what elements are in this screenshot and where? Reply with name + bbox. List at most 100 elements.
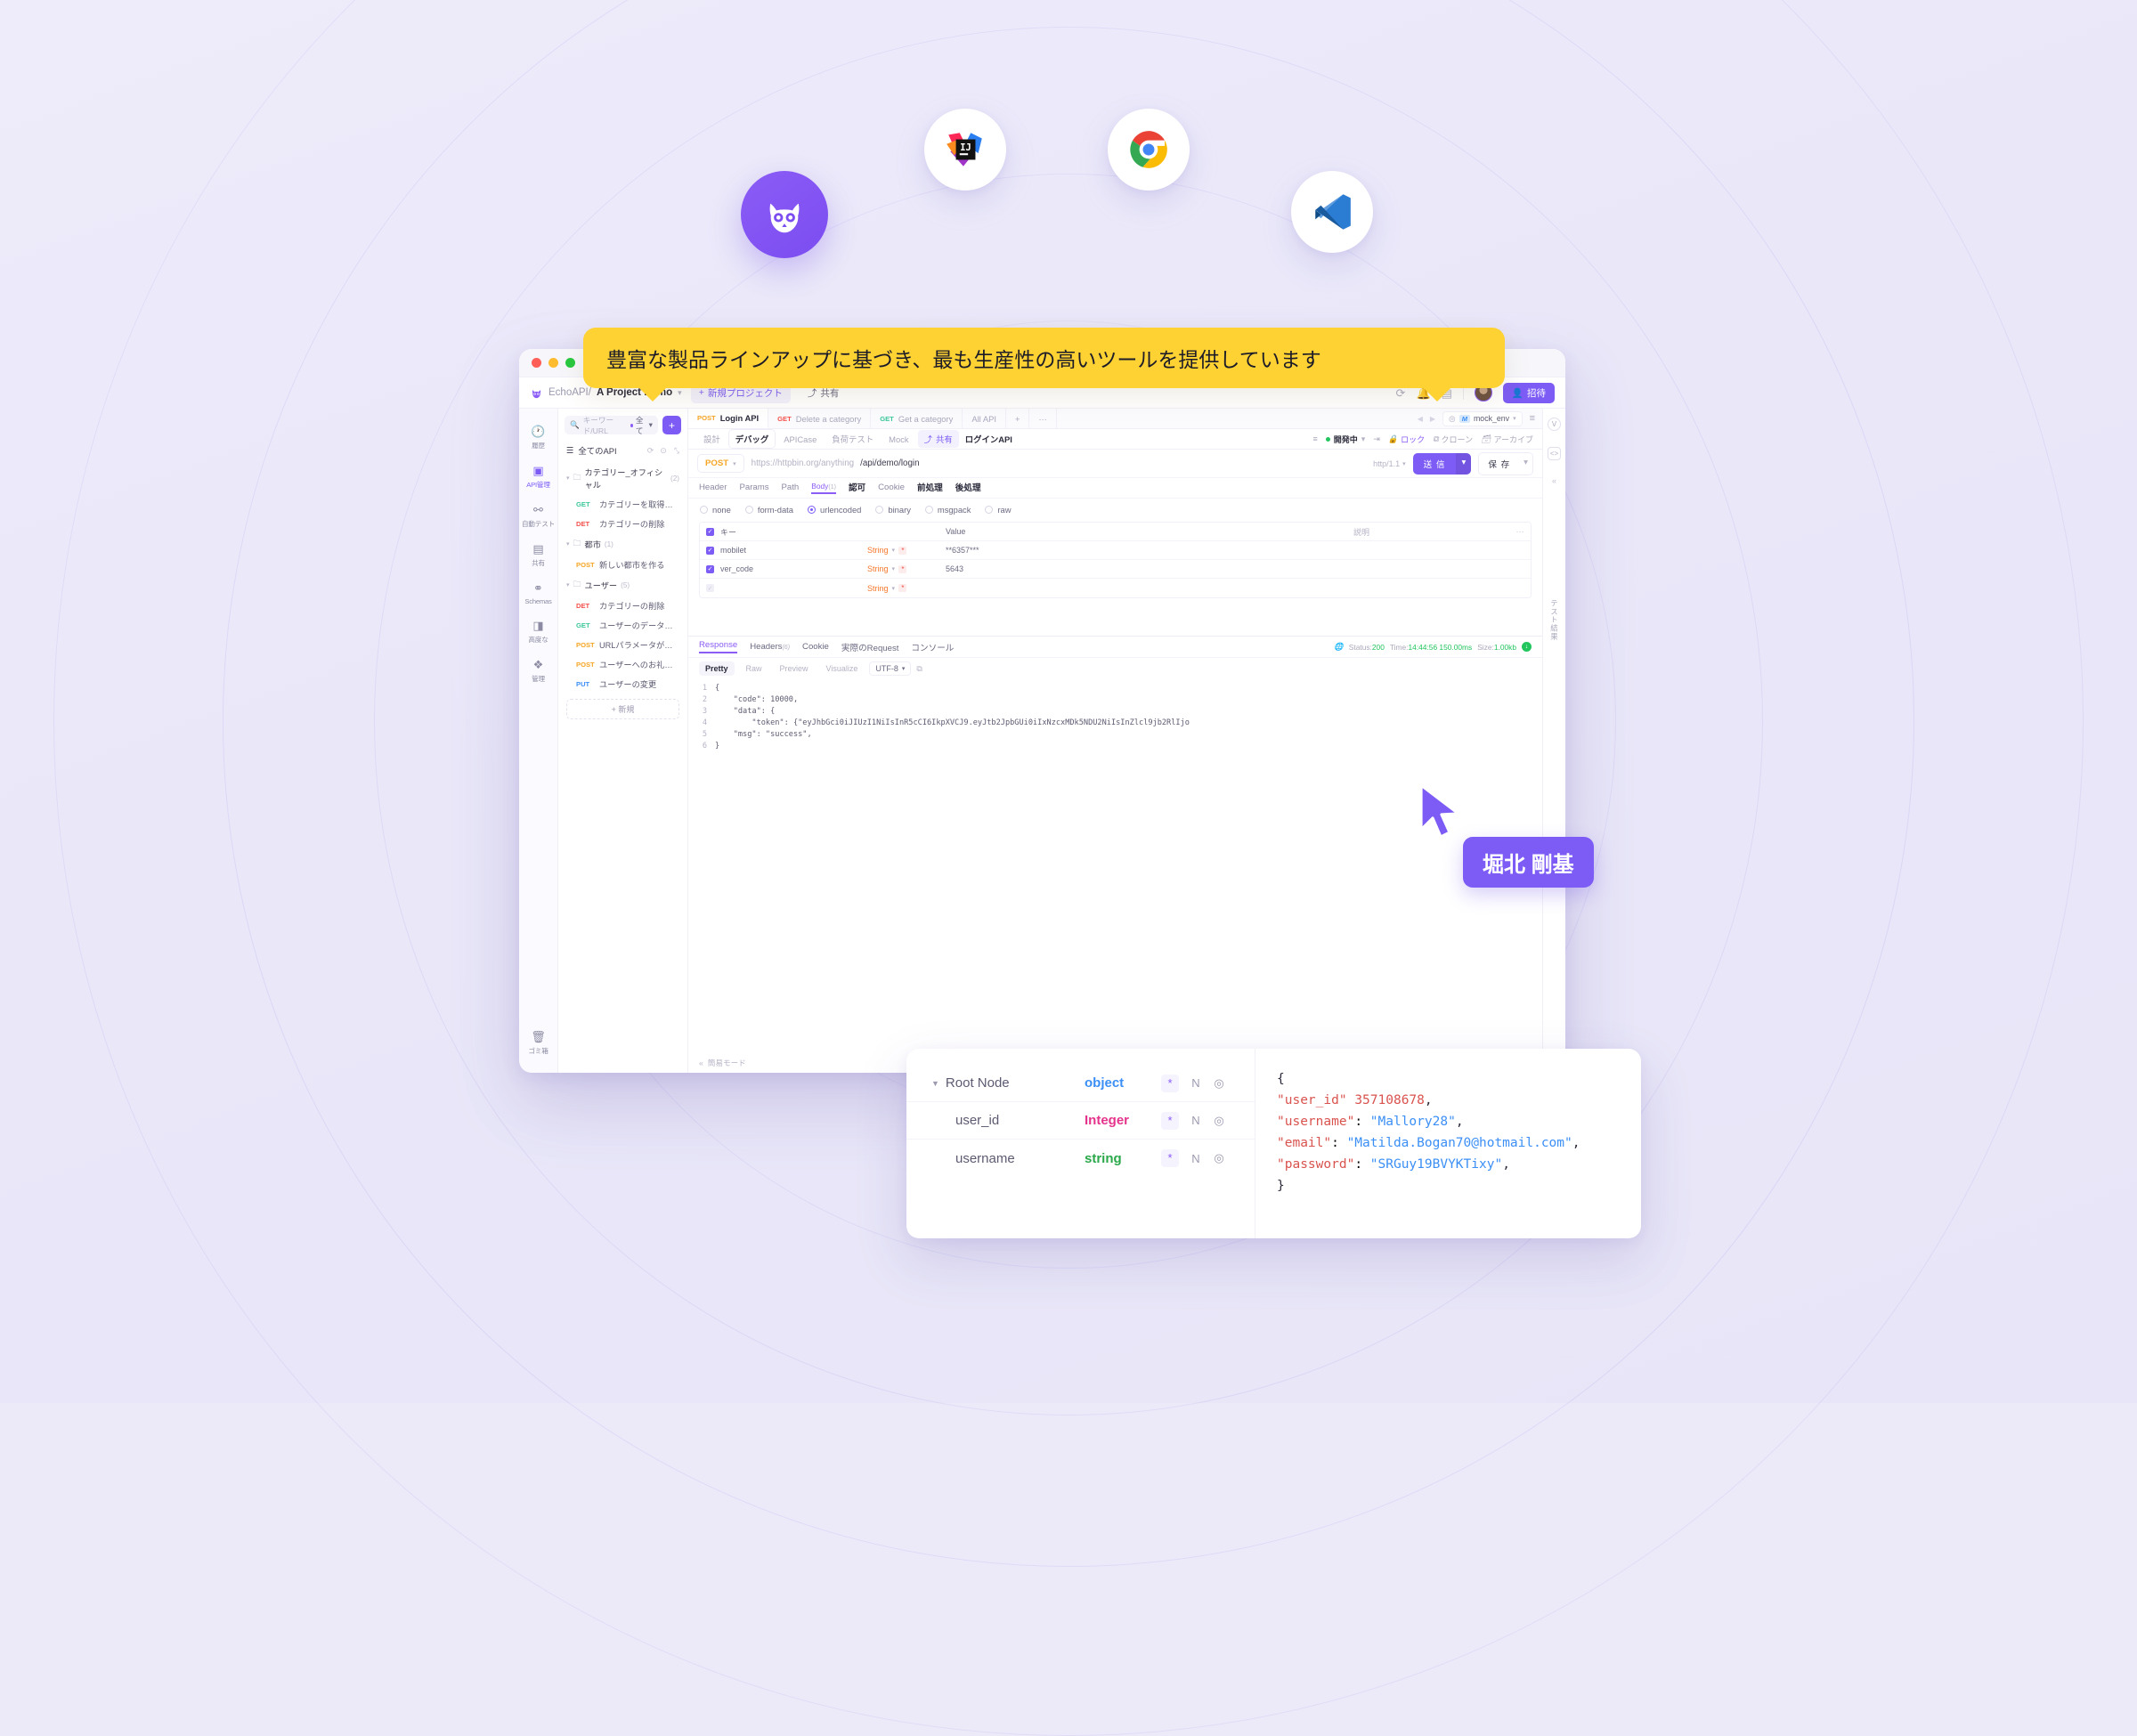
tree-api-item[interactable]: POST ユーザーへのお礼：これ...	[558, 654, 687, 674]
sidebar-item-share[interactable]: ▤ 共有	[519, 535, 557, 574]
param-value[interactable]: 5643	[946, 564, 1353, 573]
tree-api-item[interactable]: GET カテゴリーを取得する	[558, 494, 687, 514]
schema-row[interactable]: ▼ Root Node object * N ◎	[906, 1065, 1255, 1102]
version-icon[interactable]: Ⅴ	[1548, 418, 1561, 431]
add-api-button[interactable]: +	[662, 416, 681, 434]
tree-folder[interactable]: ▾ 🗀 カテゴリー_オフィシャル (2)	[558, 462, 687, 494]
radio-none[interactable]: none	[700, 505, 731, 515]
simple-mode-toggle[interactable]: « 簡易モード	[688, 1053, 757, 1073]
nullable-icon[interactable]: N	[1184, 1076, 1207, 1090]
chevron-down-icon[interactable]: ▾	[1519, 453, 1532, 475]
sidebar-item-trash[interactable]: 🗑 ゴミ箱	[519, 1023, 557, 1062]
gear-icon[interactable]: ◎	[1207, 1114, 1231, 1128]
settings-icon[interactable]: ⊙	[660, 446, 667, 456]
search-input[interactable]: 🔍 キーワード/URL 全て ▾	[565, 415, 658, 436]
chevron-down-icon[interactable]: ▾	[1456, 452, 1472, 475]
tree-api-item[interactable]: PUT ユーザーの変更	[558, 674, 687, 694]
param-type[interactable]: String ▾ *	[867, 546, 946, 555]
archive-button[interactable]: 🗃 アーカイブ	[1481, 434, 1533, 445]
tab-design[interactable]: 設計	[697, 430, 727, 448]
row-checkbox[interactable]: ✓	[706, 584, 714, 592]
collapse-panel-icon[interactable]: «	[1552, 476, 1556, 485]
send-button[interactable]: 送 信 ▾	[1412, 452, 1472, 475]
sidebar-item-autotest[interactable]: ⚯ 自動テスト	[519, 496, 557, 535]
tab-actual-request[interactable]: 実際のRequest	[841, 641, 899, 653]
copy-icon[interactable]: ⧉	[916, 664, 922, 674]
status-badge[interactable]: 開発中 ▾	[1325, 434, 1365, 445]
param-key[interactable]: mobilet	[720, 546, 867, 555]
menu-icon[interactable]: ≡	[1530, 413, 1535, 424]
table-row[interactable]: ✓ ver_code String ▾ * 5643	[700, 560, 1531, 579]
method-select[interactable]: POST ▾	[697, 454, 744, 473]
column-more-icon[interactable]: ···	[1509, 527, 1531, 536]
tree-root-row[interactable]: ☰ 全てのAPI ⟳ ⊙ ⤡	[558, 442, 687, 462]
tree-api-item[interactable]: DET カテゴリーの削除	[558, 514, 687, 533]
url-input[interactable]: https://httpbin.org/anything /api/demo/l…	[752, 458, 1366, 468]
required-star-icon[interactable]: *	[1161, 1111, 1179, 1130]
param-type[interactable]: String ▾ *	[867, 564, 946, 573]
format-pretty[interactable]: Pretty	[699, 661, 735, 676]
tree-folder[interactable]: ▾ 🗀 都市 (1)	[558, 533, 687, 555]
required-star-icon[interactable]: *	[1161, 1074, 1179, 1092]
tab-postscript[interactable]: 後処理	[955, 481, 981, 495]
sidebar-item-manage[interactable]: ❖ 管理	[519, 651, 557, 690]
schema-row[interactable]: username string * N ◎	[906, 1140, 1255, 1177]
format-preview[interactable]: Preview	[774, 661, 815, 676]
row-checkbox[interactable]: ✓	[706, 564, 714, 573]
tab-apicase[interactable]: APICase	[777, 432, 823, 447]
nullable-icon[interactable]: N	[1184, 1152, 1207, 1165]
sidebar-item-schemas[interactable]: ⚭ Schemas	[519, 574, 557, 612]
http-version-select[interactable]: http/1.1 ▾	[1373, 459, 1406, 468]
tab-more-button[interactable]: ···	[1029, 409, 1057, 428]
table-row-empty[interactable]: ✓ String ▾ *	[700, 579, 1531, 597]
tab-response[interactable]: Response	[699, 640, 738, 653]
window-close-button[interactable]	[532, 358, 541, 368]
tab-auth[interactable]: 認可	[849, 481, 865, 495]
caret-down-icon[interactable]: ▼	[931, 1079, 939, 1088]
tab-add-button[interactable]: +	[1006, 409, 1030, 428]
tab-get-category[interactable]: GET Get a category	[871, 409, 963, 428]
share-button[interactable]: ⤴ 共有	[917, 430, 959, 448]
radio-form-data[interactable]: form-data	[744, 505, 793, 515]
format-visualize[interactable]: Visualize	[820, 661, 865, 676]
tab-header[interactable]: Header	[699, 483, 727, 494]
clone-button[interactable]: ⧉ クローン	[1433, 434, 1473, 445]
tree-api-item[interactable]: DET カテゴリーの削除	[558, 596, 687, 615]
schema-row[interactable]: user_id Integer * N ◎	[906, 1102, 1255, 1140]
filter-select[interactable]: 全て ▾	[630, 415, 653, 436]
refresh-icon[interactable]: ⟳	[647, 446, 654, 456]
tab-cookie[interactable]: Cookie	[878, 483, 905, 494]
tree-api-item[interactable]: GET ユーザーのデータを読む	[558, 615, 687, 635]
row-checkbox[interactable]: ✓	[706, 546, 714, 555]
tab-console[interactable]: コンソール	[911, 641, 954, 653]
encoding-select[interactable]: UTF-8 ▾	[869, 661, 912, 676]
environment-select[interactable]: ◎ M mock_env ▾	[1442, 410, 1523, 426]
save-button[interactable]: 保 存 ▾	[1478, 451, 1533, 475]
sort-icon[interactable]: ≡	[1313, 434, 1318, 443]
tab-all-api[interactable]: All API	[963, 409, 1006, 428]
nullable-icon[interactable]: N	[1184, 1114, 1207, 1127]
required-star-icon[interactable]: *	[1161, 1149, 1179, 1167]
next-icon[interactable]: ▶	[1430, 415, 1435, 423]
param-value[interactable]: **6357***	[946, 546, 1353, 555]
tab-loadtest[interactable]: 負荷テスト	[825, 430, 880, 448]
steps-icon[interactable]: ⇥	[1373, 434, 1380, 444]
tab-headers[interactable]: Headers(6)	[750, 642, 790, 652]
tab-delete-category[interactable]: GET Delete a category	[768, 409, 872, 428]
tab-debug[interactable]: デバッグ	[728, 430, 776, 448]
tree-api-item[interactable]: POST URLパラメータが見つか	[558, 635, 687, 654]
window-maximize-button[interactable]	[565, 358, 575, 368]
code-icon[interactable]: <>	[1548, 447, 1561, 460]
window-minimize-button[interactable]	[548, 358, 558, 368]
tab-prescript[interactable]: 前処理	[917, 481, 943, 495]
tab-mock[interactable]: Mock	[882, 432, 914, 447]
sidebar-item-advanced[interactable]: ◨ 高度な	[519, 612, 557, 651]
tab-login-api[interactable]: POST Login API	[688, 409, 769, 428]
refresh-icon[interactable]: ⟳	[1396, 387, 1406, 399]
invite-button[interactable]: 👤 招待	[1502, 382, 1555, 403]
format-raw[interactable]: Raw	[740, 661, 768, 676]
sidebar-item-api[interactable]: ▣ API管理	[519, 457, 557, 496]
schema-node-type[interactable]: Integer	[1085, 1113, 1161, 1128]
select-all-checkbox[interactable]: ✓	[706, 527, 714, 536]
sidebar-item-history[interactable]: 🕐 履歴	[519, 418, 557, 457]
